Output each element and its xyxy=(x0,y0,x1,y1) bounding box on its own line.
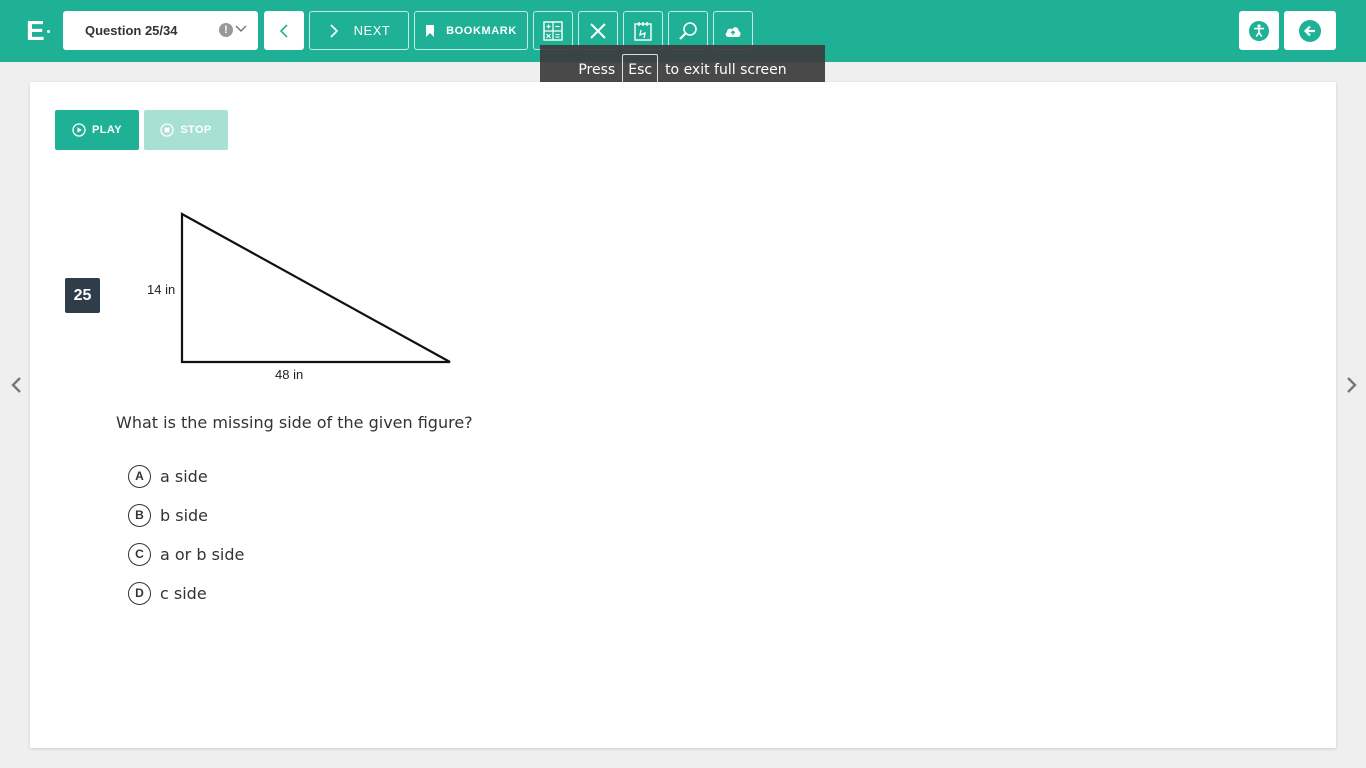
stop-circle-icon xyxy=(160,123,174,137)
close-icon xyxy=(590,22,606,39)
toast-suffix: to exit full screen xyxy=(665,62,787,78)
app-logo: E xyxy=(26,16,56,46)
choice-text: a side xyxy=(160,466,208,486)
accessibility-icon xyxy=(1249,20,1269,41)
right-triangle-figure xyxy=(180,212,451,364)
chevron-left-icon xyxy=(279,23,288,38)
choice-letter: B xyxy=(128,503,151,527)
arrow-left-circle-icon xyxy=(1299,19,1321,42)
stop-button[interactable]: STOP xyxy=(144,110,228,150)
answer-choice-b[interactable]: B b side xyxy=(128,502,208,528)
question-number-badge: 25 xyxy=(65,278,100,313)
warning-icon: ! xyxy=(219,23,233,37)
logo-letter: E xyxy=(26,15,45,46)
choice-letter: C xyxy=(128,542,151,566)
previous-button[interactable] xyxy=(264,11,304,50)
next-button-label: NEXT xyxy=(353,23,391,38)
answer-choice-a[interactable]: A a side xyxy=(128,463,208,489)
question-selector-label: Question 25/34 xyxy=(85,23,178,38)
choice-text: a or b side xyxy=(160,544,245,564)
choice-text: c side xyxy=(160,583,207,603)
bookmark-icon xyxy=(426,24,435,37)
question-card: PLAY STOP 25 14 in 48 in What is the mis… xyxy=(30,82,1336,748)
play-circle-icon xyxy=(72,123,86,137)
bookmark-button-label: BOOKMARK xyxy=(446,24,517,37)
choice-letter: D xyxy=(128,581,151,605)
play-button[interactable]: PLAY xyxy=(55,110,139,150)
question-prompt: What is the missing side of the given fi… xyxy=(116,413,473,432)
calculator-icon xyxy=(543,20,563,41)
answer-choice-c[interactable]: C a or b side xyxy=(128,541,244,567)
choice-letter: A xyxy=(128,464,151,488)
magnifier-icon xyxy=(679,21,697,40)
next-button[interactable]: NEXT xyxy=(309,11,409,50)
notepad-icon xyxy=(634,21,652,41)
chevron-down-icon xyxy=(235,22,247,41)
stop-button-label: STOP xyxy=(180,124,212,136)
question-selector[interactable]: Question 25/34 ! xyxy=(63,11,258,50)
answer-choice-d[interactable]: D c side xyxy=(128,580,207,606)
chevron-left-icon xyxy=(11,377,21,393)
logo-dot xyxy=(47,30,50,33)
figure-height-label: 14 in xyxy=(147,282,176,297)
previous-question-arrow[interactable] xyxy=(9,376,23,394)
choice-text: b side xyxy=(160,505,209,525)
toast-prefix: Press xyxy=(578,62,616,78)
exit-test-button[interactable] xyxy=(1284,11,1336,50)
accessibility-button[interactable] xyxy=(1239,11,1279,50)
chevron-right-icon xyxy=(330,23,338,38)
next-question-arrow[interactable] xyxy=(1345,376,1359,394)
chevron-right-icon xyxy=(1347,377,1357,393)
bookmark-button[interactable]: BOOKMARK xyxy=(414,11,528,50)
figure-base-label: 48 in xyxy=(275,367,304,382)
cloud-upload-icon xyxy=(725,26,741,37)
play-button-label: PLAY xyxy=(92,124,122,136)
